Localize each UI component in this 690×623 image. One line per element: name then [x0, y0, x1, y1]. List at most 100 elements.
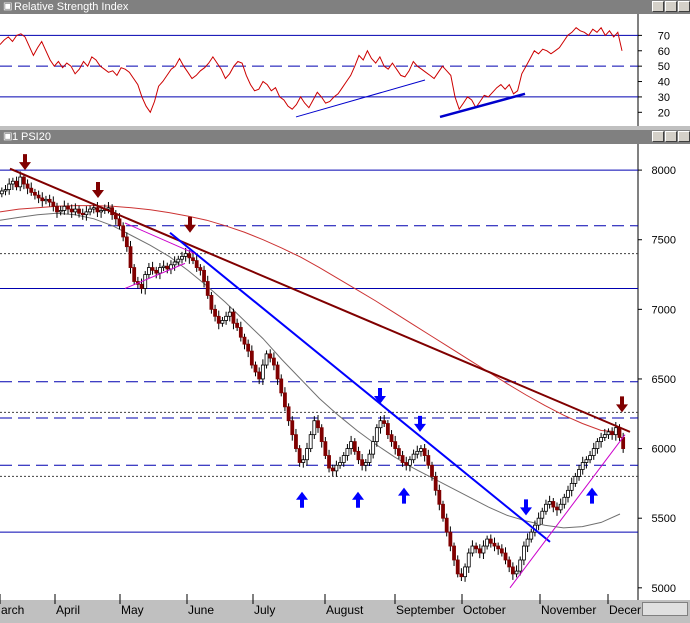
candle-body [591, 448, 596, 456]
candle-body [205, 281, 210, 296]
up-arrow-marker [586, 487, 598, 504]
candle-body [566, 489, 570, 498]
candle-body [455, 559, 460, 575]
rsi-tick-label: 70 [658, 30, 670, 42]
candle-body [345, 448, 350, 456]
candle-body [514, 570, 519, 575]
candle-body [283, 392, 287, 408]
close-button[interactable] [678, 131, 690, 142]
x-tick-label: November [541, 603, 596, 617]
candle-body [338, 462, 342, 466]
candle-body [466, 552, 471, 568]
price-tick-label: 7000 [652, 304, 676, 316]
restore-button[interactable] [665, 1, 677, 12]
candle-body [301, 459, 306, 463]
candle-body [139, 283, 144, 289]
x-tick-label: June [188, 603, 214, 617]
horizontal-scrollbar[interactable] [642, 602, 688, 616]
candle-body [422, 448, 427, 456]
candle-body [584, 459, 589, 463]
candle-body [558, 503, 563, 511]
x-tick-label: October [463, 603, 506, 617]
price-tick-label: 7500 [652, 235, 676, 247]
candle-body [220, 320, 225, 324]
restore-button[interactable] [665, 131, 677, 142]
candle-body [610, 431, 615, 436]
candle-body [14, 180, 19, 188]
candle-body [154, 269, 159, 274]
price-tick-label: 5500 [652, 513, 676, 525]
candle-body [99, 210, 104, 213]
candle-body [191, 257, 195, 262]
candle-body [613, 427, 618, 436]
candle-body [360, 459, 365, 466]
candle-body [77, 208, 81, 214]
rsi-title-bar[interactable]: ▣ Relative Strength Index [0, 0, 690, 14]
close-button[interactable] [678, 1, 690, 12]
candle-body [433, 476, 438, 491]
candle-body [198, 267, 203, 271]
x-tick-label: arch [1, 603, 24, 617]
candle-body [510, 566, 515, 575]
candle-body [47, 198, 52, 203]
candle-body [33, 191, 37, 196]
price-chart: 8000 7500 7000 6500 6000 5500 5000 [0, 144, 690, 600]
candle-body [40, 197, 45, 202]
candle-body [260, 364, 265, 380]
price-tick-label: 6000 [652, 444, 676, 456]
rsi-chart: 70 60 50 40 30 20 [0, 14, 690, 126]
candle-body [459, 573, 464, 578]
candle-body [496, 545, 501, 550]
candle-body [246, 343, 251, 352]
candle-body [488, 538, 493, 544]
candle-body [7, 183, 12, 190]
candle-body [297, 448, 302, 463]
price-title-prefix: 1 [12, 131, 19, 143]
candle-body [183, 253, 188, 257]
candle-body [463, 566, 467, 578]
candle-body [0, 190, 4, 195]
x-tick-label: July [254, 603, 275, 617]
candle-body [481, 545, 486, 554]
minimize-button[interactable] [652, 131, 664, 142]
x-tick-label: August [326, 603, 364, 617]
candle-body [3, 189, 8, 192]
candle-body [268, 353, 273, 359]
candle-body [415, 450, 420, 455]
rsi-tick-label: 60 [658, 46, 670, 58]
candle-body [249, 350, 254, 366]
candle-body [551, 501, 556, 508]
candle-body [555, 506, 559, 511]
candle-body [235, 322, 240, 328]
candle-body [161, 265, 166, 268]
candle-body [330, 467, 335, 472]
price-tick-label: 8000 [652, 165, 676, 177]
candle-body [485, 538, 490, 547]
candle-body [426, 455, 431, 466]
candle-body [176, 258, 181, 263]
candle-body [286, 406, 291, 422]
price-pane: 8000 7500 7000 6500 6000 5500 5000 [0, 144, 690, 600]
up-arrow-marker [398, 487, 410, 504]
candle-body [595, 441, 600, 449]
candle-body [312, 420, 317, 436]
price-title-bar[interactable]: ▣ 1 PSI20 [0, 130, 690, 144]
candle-body [400, 455, 405, 463]
candle-body [62, 205, 67, 211]
rsi-tick-label: 20 [658, 107, 670, 119]
candle-body [213, 308, 217, 317]
candle-body [227, 311, 232, 317]
candle-body [606, 431, 611, 436]
candle-body [58, 210, 63, 213]
candle-body [419, 448, 423, 452]
rsi-tick-label: 40 [658, 77, 670, 89]
candle-body [194, 260, 199, 268]
candle-body [305, 448, 309, 461]
candle-body [341, 455, 346, 463]
candle-body [224, 315, 229, 321]
candle-body [371, 441, 376, 455]
candle-body [29, 187, 34, 193]
minimize-button[interactable] [652, 1, 664, 12]
x-tick-label: May [121, 603, 144, 617]
candle-body [588, 455, 592, 461]
